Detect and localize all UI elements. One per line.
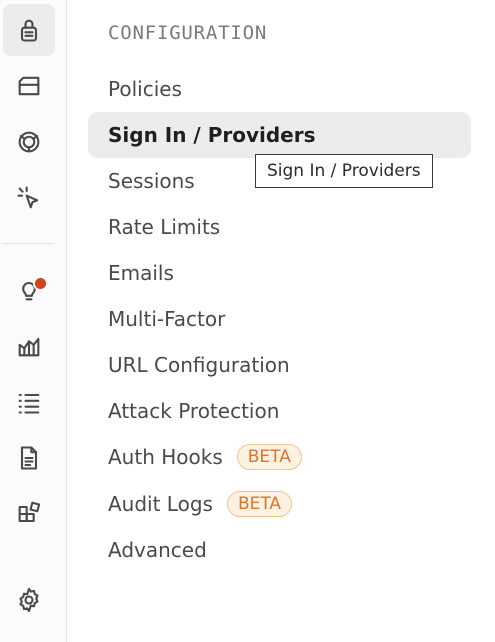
reports-chart-icon[interactable] xyxy=(3,320,55,372)
menu-item-label: Advanced xyxy=(108,538,207,562)
rail-divider xyxy=(2,243,54,244)
menu-item-label: Emails xyxy=(108,261,174,285)
logs-list-icon[interactable] xyxy=(3,376,55,428)
menu-item-emails[interactable]: Emails xyxy=(88,250,471,296)
menu-item-label: Sessions xyxy=(108,169,195,193)
gear-icon[interactable] xyxy=(3,574,55,626)
menu-item-label: Rate Limits xyxy=(108,215,221,239)
menu-item-label: Audit Logs xyxy=(108,492,213,516)
notification-dot xyxy=(33,276,48,291)
lightbulb-icon[interactable] xyxy=(3,264,55,316)
menu-item-policies[interactable]: Policies xyxy=(88,66,471,112)
menu-item-label: Auth Hooks xyxy=(108,445,223,469)
menu-item-label: Attack Protection xyxy=(108,399,280,423)
menu-item-label: Sign In / Providers xyxy=(108,123,316,147)
menu-item-label: Multi-Factor xyxy=(108,307,226,331)
lock-icon[interactable] xyxy=(3,4,55,56)
beta-badge: BETA xyxy=(226,491,293,517)
document-icon[interactable] xyxy=(3,432,55,484)
section-title: CONFIGURATION xyxy=(108,22,268,44)
menu-item-url-configuration[interactable]: URL Configuration xyxy=(88,342,471,388)
integrations-blocks-icon[interactable] xyxy=(3,488,55,540)
network-icon[interactable] xyxy=(3,116,55,168)
menu-item-advanced[interactable]: Advanced xyxy=(88,527,471,573)
menu-item-audit-logs[interactable]: Audit Logs BETA xyxy=(88,481,471,527)
menu-item-label: URL Configuration xyxy=(108,353,290,377)
menu-item-attack-protection[interactable]: Attack Protection xyxy=(88,388,471,434)
database-icon[interactable] xyxy=(3,60,55,112)
beta-badge: BETA xyxy=(236,444,302,470)
menu-item-rate-limits[interactable]: Rate Limits xyxy=(88,204,471,250)
menu-item-sign-in-providers[interactable]: Sign In / Providers xyxy=(88,112,471,158)
cursor-click-icon[interactable] xyxy=(3,172,55,224)
menu-item-label: Policies xyxy=(108,77,182,101)
menu-item-auth-hooks[interactable]: Auth Hooks BETA xyxy=(88,434,471,480)
tooltip: Sign In / Providers xyxy=(255,154,433,188)
sidebar-rail xyxy=(0,0,67,642)
menu-item-multi-factor[interactable]: Multi-Factor xyxy=(88,296,471,342)
